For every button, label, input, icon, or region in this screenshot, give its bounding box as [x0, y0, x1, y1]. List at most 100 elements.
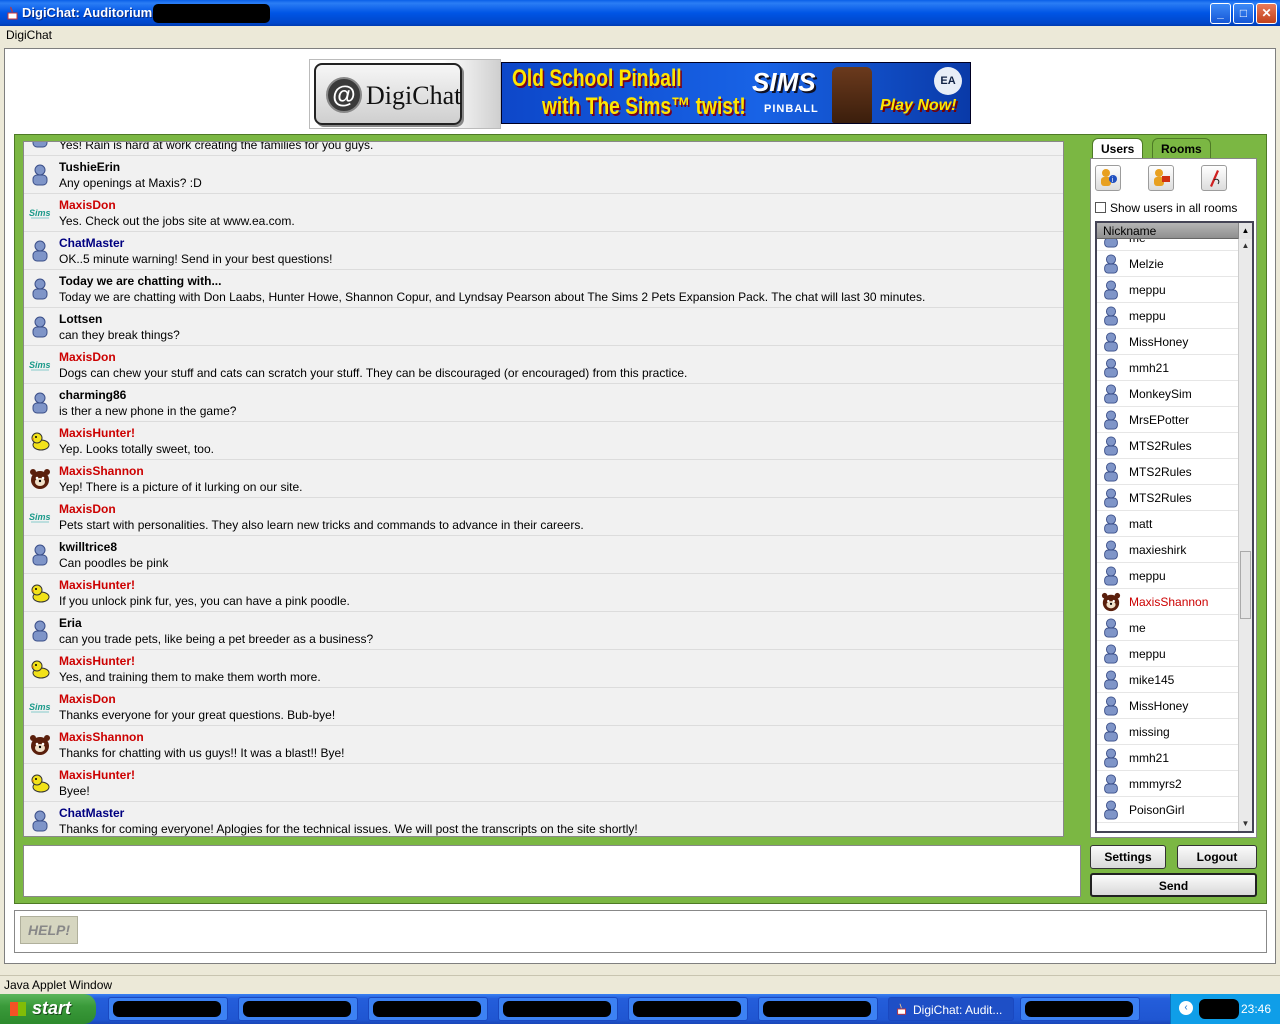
- window-titlebar[interactable]: DigiChat: Auditorium: _ □ ✕: [0, 0, 1280, 26]
- nickname-row[interactable]: me: [1097, 615, 1238, 641]
- nickname-row[interactable]: MaxisShannon: [1097, 589, 1238, 615]
- ad-banner[interactable]: Old School Pinball with The Sims™ twist!…: [501, 62, 971, 124]
- nick-scroll-thumb[interactable]: [1240, 551, 1251, 619]
- help-button[interactable]: HELP!: [20, 916, 78, 944]
- logout-button[interactable]: Logout: [1177, 845, 1257, 869]
- taskbar-item-redacted[interactable]: [1020, 997, 1140, 1021]
- nickname-row[interactable]: meppu: [1097, 277, 1238, 303]
- user-avatar-icon: [29, 240, 51, 262]
- digichat-logo: @ DigiChat: [309, 59, 501, 129]
- redacted-label: [373, 1001, 481, 1017]
- nickname-row[interactable]: maxieshirk: [1097, 537, 1238, 563]
- nickname-label: meppu: [1129, 647, 1166, 661]
- nickname-column-header[interactable]: Nickname: [1097, 223, 1238, 239]
- user-info-button[interactable]: i: [1095, 165, 1121, 191]
- message-text: is ther a new phone in the game?: [59, 404, 237, 418]
- message-text: OK..5 minute warning! Send in your best …: [59, 252, 333, 266]
- nickname-label: MaxisShannon: [1129, 595, 1209, 609]
- nickname-row[interactable]: PoisonGirl: [1097, 797, 1238, 823]
- taskbar-item-redacted[interactable]: [368, 997, 488, 1021]
- ignore-user-button[interactable]: [1201, 165, 1227, 191]
- tab-users[interactable]: Users: [1092, 138, 1144, 159]
- nick-scroll-up-icon[interactable]: ▲: [1239, 239, 1252, 253]
- banner-brand: SIMS: [752, 67, 816, 97]
- taskbar-item-redacted[interactable]: [108, 997, 228, 1021]
- sims-avatar-icon: Sims: [29, 354, 51, 376]
- tab-rooms[interactable]: Rooms: [1152, 138, 1211, 159]
- message-text: Pets start with personalities. They also…: [59, 518, 584, 532]
- bear-avatar-icon: [1101, 592, 1121, 612]
- chat-message: Sims MaxisDon Yes. Check out the jobs site…: [24, 194, 1063, 232]
- nickname-row[interactable]: MissHoney: [1097, 693, 1238, 719]
- message-text: Yep! There is a picture of it lurking on…: [59, 480, 303, 494]
- menu-digichat[interactable]: DigiChat: [6, 28, 52, 42]
- nickname-row[interactable]: MTS2Rules: [1097, 459, 1238, 485]
- taskbar-item-redacted[interactable]: [238, 997, 358, 1021]
- nickname-label: mmh21: [1129, 361, 1170, 375]
- chat-message: charming86 is ther a new phone in the gam…: [24, 384, 1063, 422]
- message-input[interactable]: [23, 845, 1081, 897]
- nickname-row[interactable]: MTS2Rules: [1097, 433, 1238, 459]
- message-username: MaxisDon: [59, 502, 116, 516]
- user-avatar-icon: [29, 392, 51, 414]
- duck-avatar-icon: [29, 772, 51, 794]
- windows-flag-icon: [10, 1002, 26, 1016]
- nickname-row[interactable]: matt: [1097, 511, 1238, 537]
- user-avatar-icon: [1101, 774, 1121, 794]
- nickname-row[interactable]: MonkeySim: [1097, 381, 1238, 407]
- taskbar-item-label: DigiChat: Audit...: [913, 1003, 1003, 1017]
- nickname-row[interactable]: mmh21: [1097, 355, 1238, 381]
- nickname-row[interactable]: missing: [1097, 719, 1238, 745]
- send-button[interactable]: Send: [1090, 873, 1257, 897]
- nickname-row[interactable]: mmmyrs2: [1097, 771, 1238, 797]
- private-message-button[interactable]: [1148, 165, 1174, 191]
- nickname-label: MissHoney: [1129, 335, 1189, 349]
- message-text: can you trade pets, like being a pet bre…: [59, 632, 374, 646]
- ignore-user-icon: [1210, 170, 1220, 187]
- start-button[interactable]: start: [0, 994, 96, 1024]
- nickname-row[interactable]: meppu: [1097, 641, 1238, 667]
- show-all-rooms-checkbox[interactable]: [1095, 202, 1106, 213]
- close-button[interactable]: ✕: [1256, 3, 1277, 24]
- user-avatar-icon: [1101, 358, 1121, 378]
- nickname-label: MissHoney: [1129, 699, 1189, 713]
- nickname-row[interactable]: MissHoney: [1097, 329, 1238, 355]
- nickname-label: meppu: [1129, 283, 1166, 297]
- nickname-row[interactable]: Melzie: [1097, 251, 1238, 277]
- message-text: Byee!: [59, 784, 90, 798]
- nickname-row[interactable]: meppu: [1097, 563, 1238, 589]
- nickname-label: mmh21: [1129, 751, 1170, 765]
- chat-log[interactable]: Yes! Rain is hard at work creating the f…: [23, 141, 1064, 837]
- taskbar-item-redacted[interactable]: [628, 997, 748, 1021]
- chat-message: Sims MaxisDon Pets start with personalitie…: [24, 498, 1063, 536]
- settings-button[interactable]: Settings: [1090, 845, 1166, 869]
- digichat-logo-mark: @: [326, 77, 362, 113]
- nickname-row[interactable]: mmh21: [1097, 745, 1238, 771]
- sort-icon[interactable]: ▲: [1238, 223, 1252, 239]
- message-username: Lottsen: [59, 312, 103, 326]
- minimize-button[interactable]: _: [1210, 3, 1231, 24]
- chat-message: Lottsen can they break things?: [24, 308, 1063, 346]
- taskbar-item-redacted[interactable]: [498, 997, 618, 1021]
- message-username: MaxisHunter!: [59, 768, 136, 782]
- nickname-row[interactable]: MrsEPotter: [1097, 407, 1238, 433]
- message-text: Yep. Looks totally sweet, too.: [59, 442, 214, 456]
- chat-scrollbar[interactable]: ▲ ▼: [1063, 142, 1064, 836]
- nickname-row[interactable]: MTS2Rules: [1097, 485, 1238, 511]
- nick-scroll-down-icon[interactable]: ▼: [1239, 817, 1252, 831]
- maximize-button[interactable]: □: [1233, 3, 1254, 24]
- message-username: MaxisShannon: [59, 464, 144, 478]
- taskbar-item-digichat[interactable]: DigiChat: Audit...: [888, 997, 1014, 1021]
- nickname-scrollbar[interactable]: ▲ ▼: [1238, 239, 1252, 831]
- message-username: MaxisDon: [59, 692, 116, 706]
- user-avatar-icon: [29, 142, 51, 148]
- tray-expand-icon[interactable]: ‹: [1179, 1001, 1193, 1015]
- chat-message: Eria can you trade pets, like being a pet…: [24, 612, 1063, 650]
- taskbar-item-redacted[interactable]: [758, 997, 878, 1021]
- message-text: Dogs can chew your stuff and cats can sc…: [59, 366, 688, 380]
- nickname-row[interactable]: mike145: [1097, 667, 1238, 693]
- nickname-list[interactable]: me Melzie meppu meppu MissHoney mmh21 MonkeySi…: [1095, 221, 1254, 833]
- show-all-rooms-option[interactable]: Show users in all rooms: [1095, 201, 1237, 215]
- nickname-row[interactable]: meppu: [1097, 303, 1238, 329]
- chat-message: ChatMaster OK..5 minute warning! Send in …: [24, 232, 1063, 270]
